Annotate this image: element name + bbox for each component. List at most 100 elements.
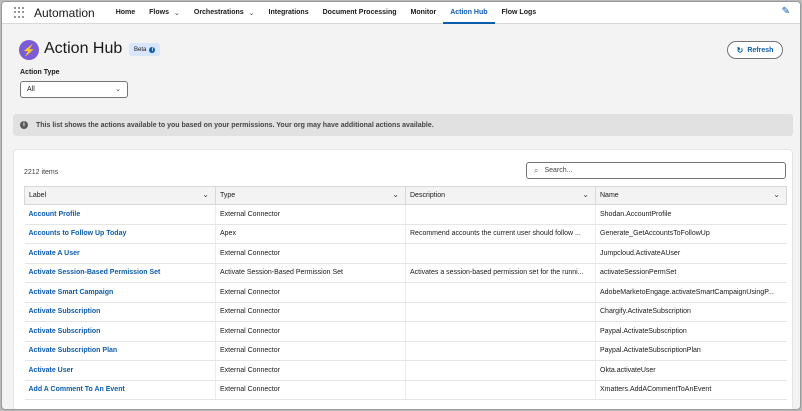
column-header-label: Name bbox=[600, 192, 619, 199]
table-row: Activate Subscription External Connector P… bbox=[24, 321, 787, 342]
action-label-link[interactable]: Account Profile bbox=[24, 204, 216, 225]
info-icon: i bbox=[20, 121, 28, 129]
chevron-down-icon[interactable]: ⌄ bbox=[773, 190, 780, 199]
chevron-down-icon: ⌄ bbox=[115, 86, 121, 93]
cell-name: activateSessionPermSet bbox=[595, 263, 787, 283]
cell-type: External Connector bbox=[215, 243, 406, 264]
search-icon: ⌕ bbox=[534, 165, 539, 175]
table-header-row: Label ⌄ Type ⌄ Description ⌄ Name ⌄ bbox=[24, 186, 787, 205]
top-nav: Automation Home Flows ⌄ Orchestrations ⌄ Inte… bbox=[2, 2, 800, 24]
refresh-icon: ↻ bbox=[736, 45, 744, 55]
nav-item-flows[interactable]: Flows ⌄ bbox=[142, 2, 187, 24]
column-header-label: Label bbox=[29, 192, 47, 199]
cell-name: Jumpcloud.ActivateAUser bbox=[595, 243, 787, 264]
nav-item-flow-logs[interactable]: Flow Logs bbox=[495, 2, 544, 24]
action-label-link[interactable]: Activate Subscription bbox=[24, 321, 216, 342]
app-window: Automation Home Flows ⌄ Orchestrations ⌄ Inte… bbox=[1, 1, 801, 410]
cell-description bbox=[405, 321, 596, 342]
nav-item-label: Home bbox=[115, 9, 136, 16]
app-launcher-icon[interactable] bbox=[14, 6, 26, 19]
table-row: Add A Comment To An Event External Connec… bbox=[24, 380, 787, 400]
cell-description bbox=[405, 380, 596, 400]
table-row: Activate User External Connector Okta.acti… bbox=[24, 360, 787, 381]
beta-badge-label: Beta bbox=[134, 46, 147, 53]
cell-type: External Connector bbox=[215, 302, 406, 322]
column-header-description[interactable]: Description ⌄ bbox=[405, 186, 596, 205]
search-box[interactable]: ⌕ Search... bbox=[526, 162, 786, 179]
nav-item-integrations[interactable]: Integrations bbox=[262, 2, 316, 24]
cell-description: Activates a session-based permission set… bbox=[405, 263, 596, 283]
action-type-label: Action Type bbox=[20, 69, 60, 76]
action-label-link[interactable]: Accounts to Follow Up Today bbox=[24, 224, 216, 244]
refresh-label: Refresh bbox=[747, 46, 774, 54]
cell-type: External Connector bbox=[215, 204, 406, 225]
column-header-name[interactable]: Name ⌄ bbox=[595, 186, 787, 205]
action-label-link[interactable]: Activate A User bbox=[24, 243, 216, 264]
action-label-link[interactable]: Activate Subscription bbox=[24, 302, 216, 322]
nav-item-document-processing[interactable]: Document Processing bbox=[316, 2, 404, 24]
nav-item-orchestrations[interactable]: Orchestrations ⌄ bbox=[187, 2, 262, 24]
cell-name: Paypal.ActivateSubscriptionPlan bbox=[595, 341, 787, 361]
table-row: Activate A User External Connector Jumpclo… bbox=[24, 243, 787, 264]
refresh-button[interactable]: ↻ Refresh bbox=[727, 41, 783, 59]
nav-item-label: Monitor bbox=[410, 9, 437, 16]
cell-type: External Connector bbox=[215, 360, 406, 381]
cell-type: External Connector bbox=[215, 380, 406, 400]
column-header-label[interactable]: Label ⌄ bbox=[24, 186, 216, 205]
cell-name: Paypal.ActivateSubscription bbox=[595, 321, 787, 342]
cell-name: Generate_GetAccountsToFollowUp bbox=[595, 224, 787, 244]
edit-nav-icon[interactable]: ✎ bbox=[782, 6, 790, 17]
cell-type: Apex bbox=[215, 224, 406, 244]
table-row: Activate Smart Campaign External Connecto… bbox=[24, 282, 787, 303]
action-label-link[interactable]: Activate Smart Campaign bbox=[24, 282, 216, 303]
nav-item-label: Integrations bbox=[268, 9, 309, 16]
column-header-type[interactable]: Type ⌄ bbox=[215, 186, 406, 205]
app-name: Automation bbox=[34, 5, 95, 20]
nav-items: Home Flows ⌄ Orchestrations ⌄ Integrations Doc… bbox=[109, 2, 543, 24]
table-body: Account Profile External Connector Shodan.… bbox=[24, 204, 787, 400]
action-label-link[interactable]: Activate Subscription Plan bbox=[24, 341, 216, 361]
action-label-link[interactable]: Activate User bbox=[24, 360, 216, 381]
table-row: Activate Subscription Plan External Conne… bbox=[24, 341, 787, 361]
cell-name: Xmatters.AddACommentToAnEvent bbox=[595, 380, 787, 400]
nav-item-label: Orchestrations bbox=[193, 9, 244, 16]
chevron-down-icon[interactable]: ⌄ bbox=[249, 9, 255, 17]
nav-item-action-hub[interactable]: Action Hub bbox=[443, 2, 495, 24]
chevron-down-icon[interactable]: ⌄ bbox=[202, 190, 209, 199]
cell-name: Okta.activateUser bbox=[595, 360, 787, 381]
table-row: Accounts to Follow Up Today Apex Recommend… bbox=[24, 224, 787, 244]
chevron-down-icon[interactable]: ⌄ bbox=[174, 9, 180, 17]
actions-card: 2212 items ⌕ Search... Label ⌄ Type ⌄ Descri… bbox=[13, 149, 793, 409]
action-hub-icon: ⚡ bbox=[19, 40, 39, 60]
cell-description bbox=[405, 341, 596, 361]
chevron-down-icon[interactable]: ⌄ bbox=[582, 190, 589, 199]
cell-description bbox=[405, 302, 596, 322]
action-label-link[interactable]: Activate Session-Based Permission Set bbox=[24, 263, 216, 283]
cell-description bbox=[405, 204, 596, 225]
nav-item-home[interactable]: Home bbox=[109, 2, 142, 24]
page-title: Action Hub bbox=[44, 40, 123, 57]
cell-name: AdobeMarketoEngage.activateSmartCampaign… bbox=[595, 282, 787, 303]
nav-item-monitor[interactable]: Monitor bbox=[404, 2, 444, 24]
action-type-select[interactable]: All ⌄ bbox=[20, 81, 128, 98]
item-count: 2212 items bbox=[24, 169, 59, 176]
cell-description bbox=[405, 282, 596, 303]
cell-description: Recommend accounts the current user shou… bbox=[405, 224, 596, 244]
action-label-link[interactable]: Add A Comment To An Event bbox=[24, 380, 216, 400]
cell-name: Shodan.AccountProfile bbox=[595, 204, 787, 225]
nav-item-label: Flows bbox=[149, 9, 169, 16]
cell-type: External Connector bbox=[215, 321, 406, 342]
cell-type: External Connector bbox=[215, 341, 406, 361]
column-header-label: Type bbox=[220, 192, 236, 199]
chevron-down-icon[interactable]: ⌄ bbox=[392, 190, 399, 199]
search-placeholder[interactable]: Search... bbox=[544, 167, 572, 174]
info-icon[interactable]: i bbox=[149, 46, 156, 53]
nav-item-label: Document Processing bbox=[322, 9, 397, 16]
nav-item-label: Action Hub bbox=[450, 9, 488, 16]
cell-type: Activate Session-Based Permission Set bbox=[215, 263, 406, 283]
column-header-label: Description bbox=[410, 192, 446, 199]
cell-name: Chargify.ActivateSubscription bbox=[595, 302, 787, 322]
actions-table: Label ⌄ Type ⌄ Description ⌄ Name ⌄ Account Pro… bbox=[24, 186, 787, 400]
table-row: Activate Subscription External Connector C… bbox=[24, 302, 787, 322]
beta-badge[interactable]: Beta i bbox=[129, 43, 161, 56]
